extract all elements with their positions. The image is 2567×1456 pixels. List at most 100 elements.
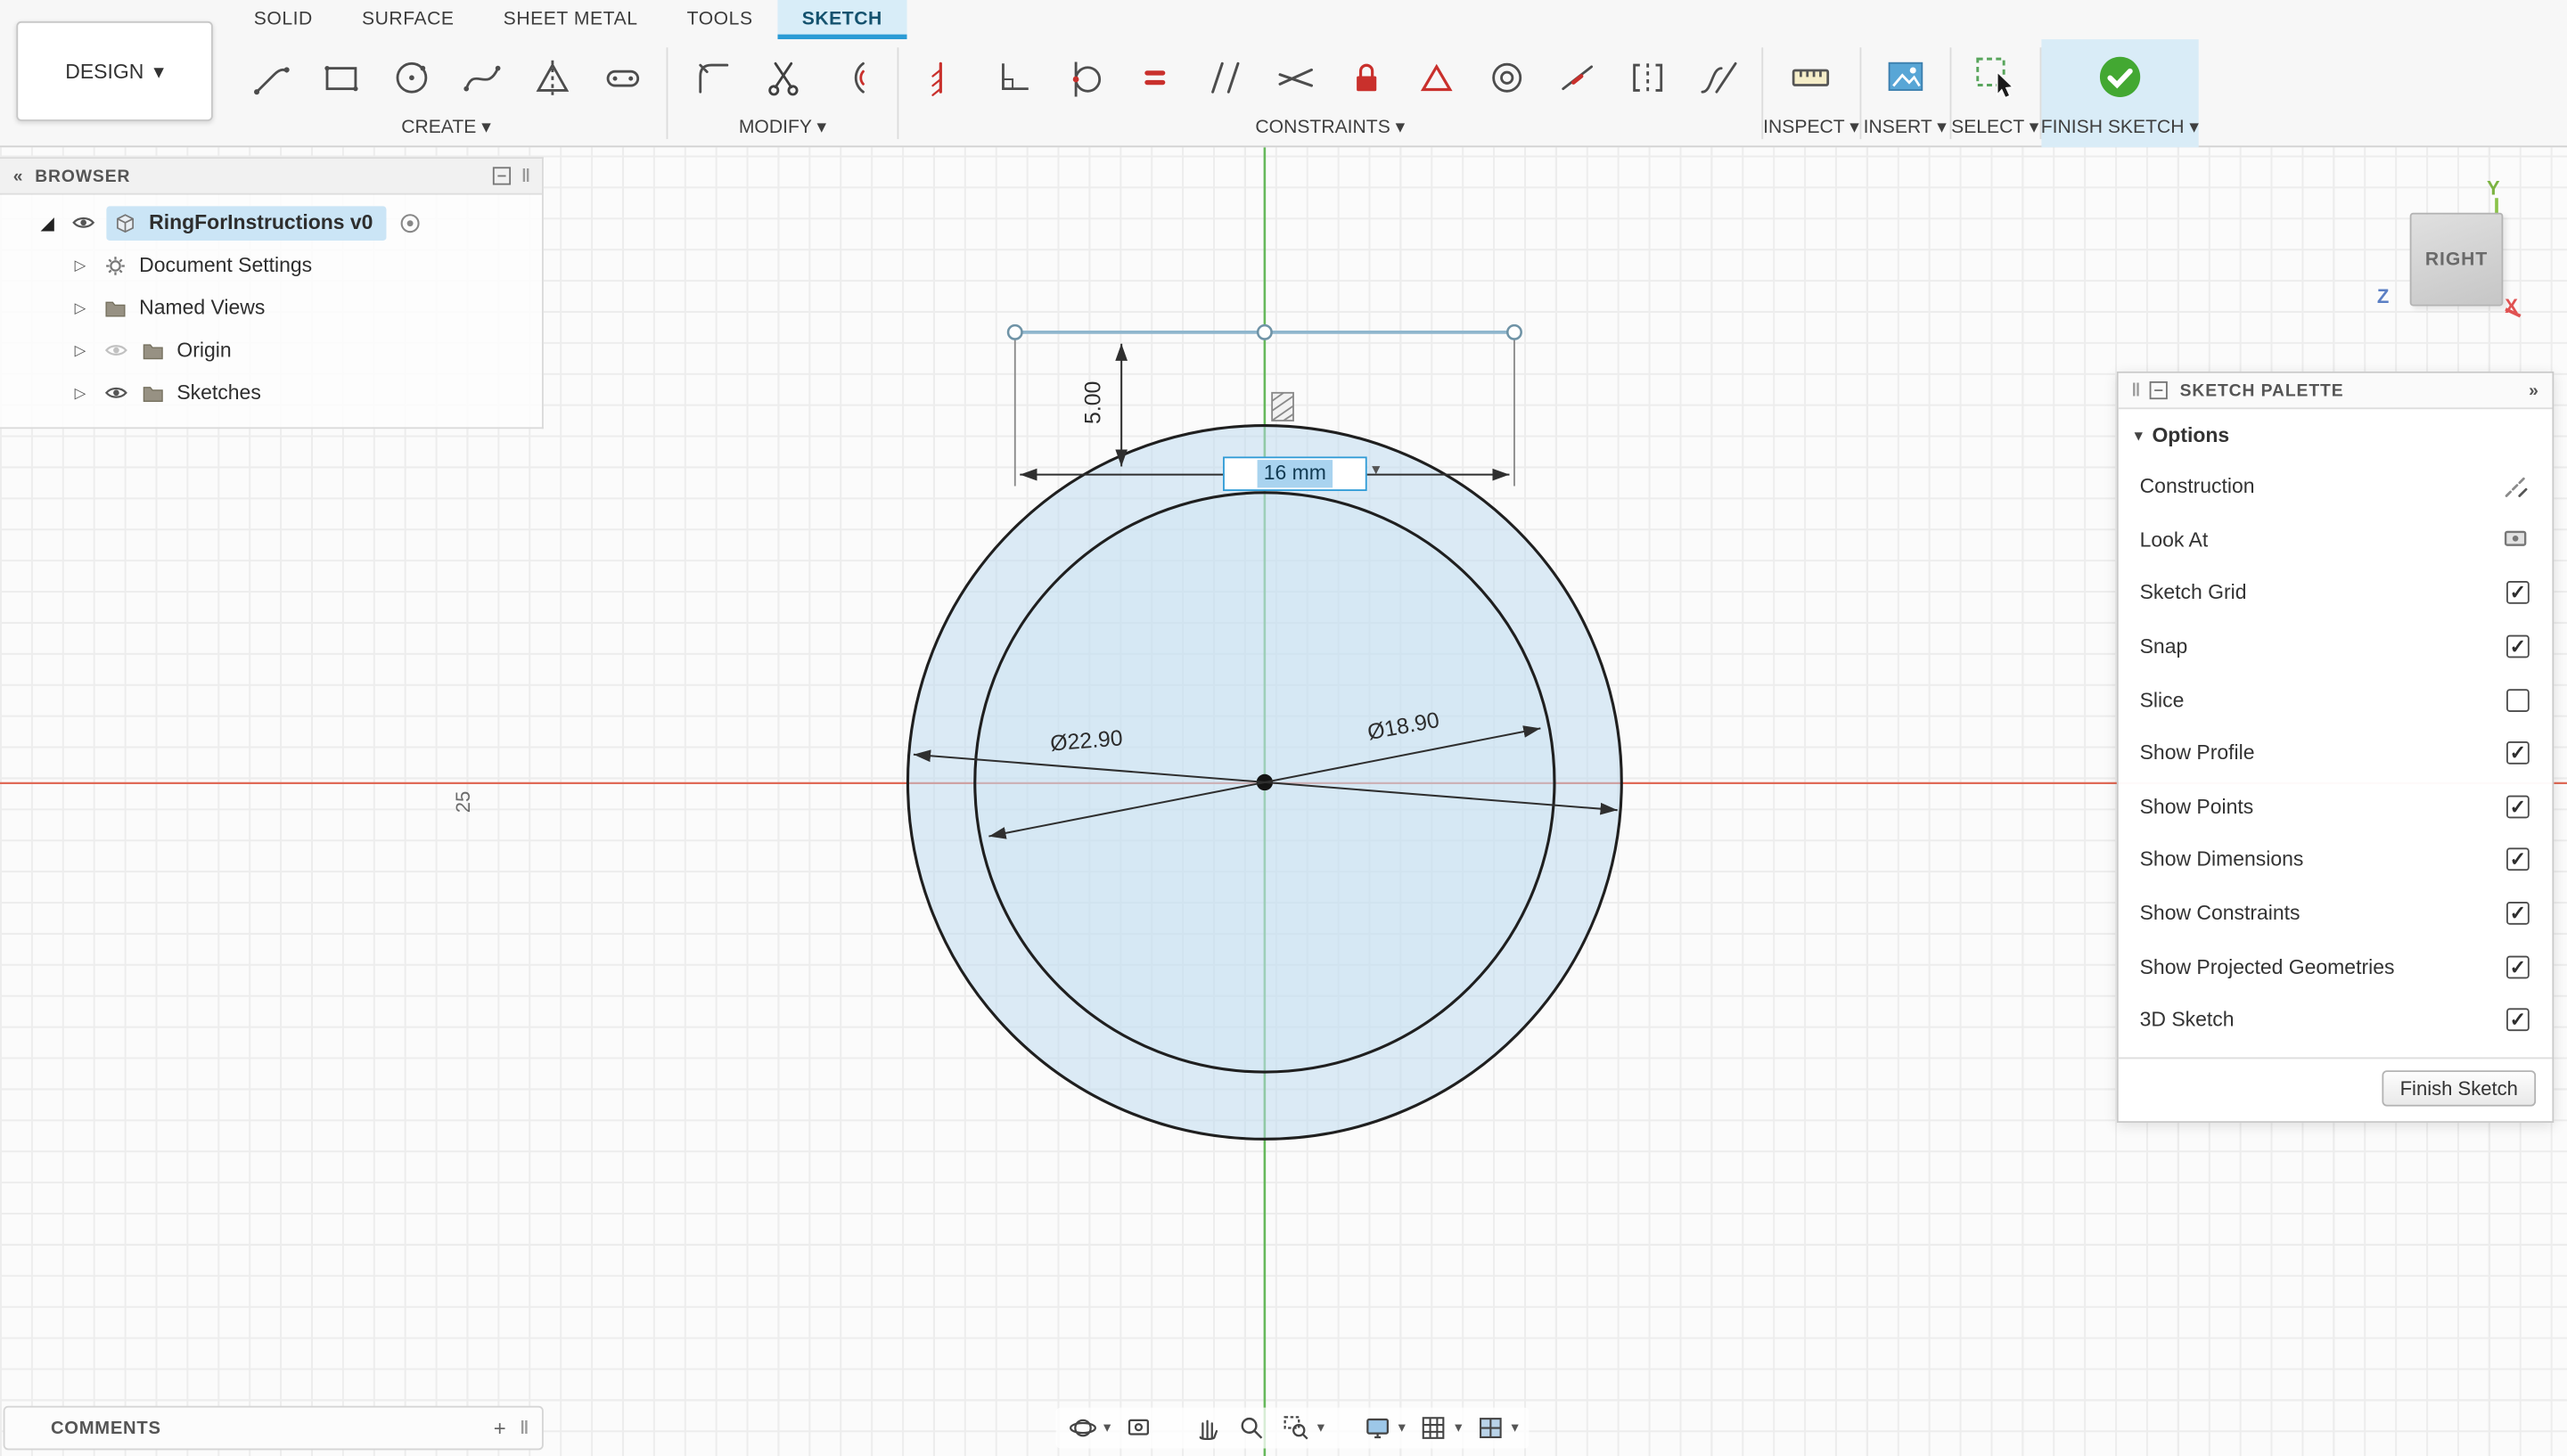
look-at-face-icon[interactable] <box>1122 1411 1155 1444</box>
visibility-eye-off-icon[interactable] <box>102 336 129 364</box>
panel-collapse-icon[interactable] <box>2151 381 2169 399</box>
pan-hand-icon[interactable] <box>1191 1411 1224 1444</box>
options-section-header[interactable]: ▾ Options <box>2119 409 2553 456</box>
grid-dropdown-icon[interactable]: ▾ <box>1455 1419 1462 1436</box>
viewcube-face[interactable]: RIGHT <box>2410 213 2504 307</box>
zoom-icon[interactable] <box>1235 1411 1268 1444</box>
palette-row-show-profile[interactable]: Show Profile <box>2119 726 2553 780</box>
browser-item-root[interactable]: ◢ RingForInstructions v0 <box>0 201 542 244</box>
symmetry-constraint-icon[interactable] <box>1622 53 1671 102</box>
expander-icon[interactable]: ▷ <box>69 384 92 402</box>
palette-row-slice[interactable]: Slice <box>2119 674 2553 727</box>
insert-menu[interactable]: INSERT ▾ <box>1861 111 1949 137</box>
palette-row-construction[interactable]: Construction <box>2119 460 2553 513</box>
design-workspace-menu[interactable]: DESIGN ▾ <box>16 21 212 121</box>
curvature-constraint-icon[interactable] <box>1693 53 1742 102</box>
rectangle-tool-icon[interactable] <box>316 53 365 102</box>
viewcube[interactable]: Y RIGHT Z X <box>2371 174 2541 331</box>
tab-solid[interactable]: SOLID <box>229 0 337 39</box>
measure-tool-icon[interactable] <box>1786 53 1835 102</box>
horizontal-vertical-constraint-icon[interactable] <box>918 53 967 102</box>
select-tool-icon[interactable] <box>1971 53 2020 102</box>
mirror-tool-icon[interactable] <box>527 53 576 102</box>
finish-sketch-button[interactable]: FINISH SKETCH ▾ <box>2041 111 2199 137</box>
viewports-dropdown-icon[interactable]: ▾ <box>1512 1419 1519 1436</box>
browser-item-named-views[interactable]: ▷ Named Views <box>0 286 542 329</box>
equal-constraint-icon[interactable] <box>1129 53 1178 102</box>
parallel-constraint-icon[interactable] <box>1200 53 1249 102</box>
browser-item-document-settings[interactable]: ▷ Document Settings <box>0 244 542 287</box>
fix-lock-constraint-icon[interactable] <box>1341 53 1390 102</box>
trim-scissors-icon[interactable] <box>758 53 807 102</box>
slice-checkbox[interactable] <box>2506 689 2530 712</box>
show-constraints-checkbox[interactable] <box>2506 902 2530 925</box>
tab-sketch[interactable]: SKETCH <box>777 0 906 39</box>
add-comment-icon[interactable]: + <box>494 1416 507 1441</box>
finish-sketch-palette-button[interactable]: Finish Sketch <box>2382 1069 2536 1105</box>
visibility-eye-icon[interactable] <box>69 209 96 236</box>
palette-row-look-at[interactable]: Look At <box>2119 513 2553 567</box>
palette-row-show-projected-geometries[interactable]: Show Projected Geometries <box>2119 940 2553 994</box>
sketch-grid-checkbox[interactable] <box>2506 582 2530 605</box>
zoom-dropdown-icon[interactable]: ▾ <box>1317 1419 1325 1436</box>
create-menu[interactable]: CREATE ▾ <box>226 111 666 137</box>
snap-checkbox[interactable] <box>2506 635 2530 658</box>
panel-grip-icon[interactable]: ‖ <box>2131 380 2138 400</box>
tab-sheet-metal[interactable]: SHEET METAL <box>479 0 662 39</box>
symmetry-triangle-constraint-icon[interactable] <box>1411 53 1460 102</box>
palette-row-sketch-grid[interactable]: Sketch Grid <box>2119 567 2553 620</box>
palette-row-show-dimensions[interactable]: Show Dimensions <box>2119 833 2553 887</box>
display-dropdown-icon[interactable]: ▾ <box>1398 1419 1406 1436</box>
select-menu[interactable]: SELECT ▾ <box>1951 111 2039 137</box>
zoom-window-icon[interactable] <box>1279 1411 1312 1444</box>
3d-sketch-checkbox[interactable] <box>2506 1009 2530 1032</box>
panel-grip-icon[interactable]: ‖ <box>520 1419 527 1438</box>
look-at-icon[interactable] <box>2502 526 2530 553</box>
show-points-checkbox[interactable] <box>2506 795 2530 818</box>
viewports-icon[interactable] <box>1473 1411 1506 1444</box>
spline-tool-icon[interactable] <box>456 53 505 102</box>
expand-panel-icon[interactable]: » <box>2529 380 2539 400</box>
show-projected-geometries-checkbox[interactable] <box>2506 955 2530 978</box>
perpendicular-constraint-icon[interactable] <box>988 53 1037 102</box>
inspect-menu[interactable]: INSPECT ▾ <box>1763 111 1859 137</box>
collinear-constraint-icon[interactable] <box>1270 53 1319 102</box>
midpoint-constraint-icon[interactable] <box>1552 53 1601 102</box>
palette-row-snap[interactable]: Snap <box>2119 620 2553 674</box>
constraints-menu[interactable]: CONSTRAINTS ▾ <box>898 111 1761 137</box>
line-tool-icon[interactable] <box>246 53 295 102</box>
activate-radio-icon[interactable] <box>396 209 423 236</box>
palette-row-3d-sketch[interactable]: 3D Sketch <box>2119 994 2553 1047</box>
concentric-constraint-icon[interactable] <box>1481 53 1530 102</box>
visibility-eye-icon[interactable] <box>102 379 129 406</box>
palette-row-show-constraints[interactable]: Show Constraints <box>2119 887 2553 940</box>
display-settings-icon[interactable] <box>1360 1411 1393 1444</box>
offset-tool-icon[interactable] <box>828 53 877 102</box>
expander-icon[interactable]: ▷ <box>69 341 92 359</box>
browser-item-sketches[interactable]: ▷ Sketches <box>0 372 542 414</box>
expander-icon[interactable]: ◢ <box>36 212 59 233</box>
insert-image-icon[interactable] <box>1881 53 1930 102</box>
finish-sketch-check-icon[interactable] <box>2095 53 2145 102</box>
height-dimension[interactable]: 5.00 <box>1081 344 1121 467</box>
construction-line-icon[interactable] <box>2502 472 2530 500</box>
show-dimensions-checkbox[interactable] <box>2506 848 2530 871</box>
modify-menu[interactable]: MODIFY ▾ <box>668 111 897 137</box>
fillet-tool-icon[interactable] <box>687 53 736 102</box>
expander-icon[interactable]: ▷ <box>69 256 92 274</box>
tab-surface[interactable]: SURFACE <box>337 0 479 39</box>
slot-tool-icon[interactable] <box>597 53 646 102</box>
selected-item-highlight[interactable]: RingForInstructions v0 <box>106 206 386 241</box>
expander-icon[interactable]: ▷ <box>69 299 92 316</box>
orbit-icon[interactable] <box>1066 1411 1099 1444</box>
panel-grip-icon[interactable]: ‖ <box>521 166 529 185</box>
circle-tool-icon[interactable] <box>386 53 435 102</box>
dimension-value-input[interactable]: 16 mm <box>1223 456 1367 491</box>
collapse-all-icon[interactable] <box>492 167 510 184</box>
dimension-input-dropdown-icon[interactable]: ▾ <box>1372 462 1380 479</box>
orbit-dropdown-icon[interactable]: ▾ <box>1103 1419 1111 1436</box>
grid-settings-icon[interactable] <box>1417 1411 1450 1444</box>
palette-row-show-points[interactable]: Show Points <box>2119 780 2553 833</box>
tangent-constraint-icon[interactable] <box>1059 53 1108 102</box>
tab-tools[interactable]: TOOLS <box>662 0 777 39</box>
